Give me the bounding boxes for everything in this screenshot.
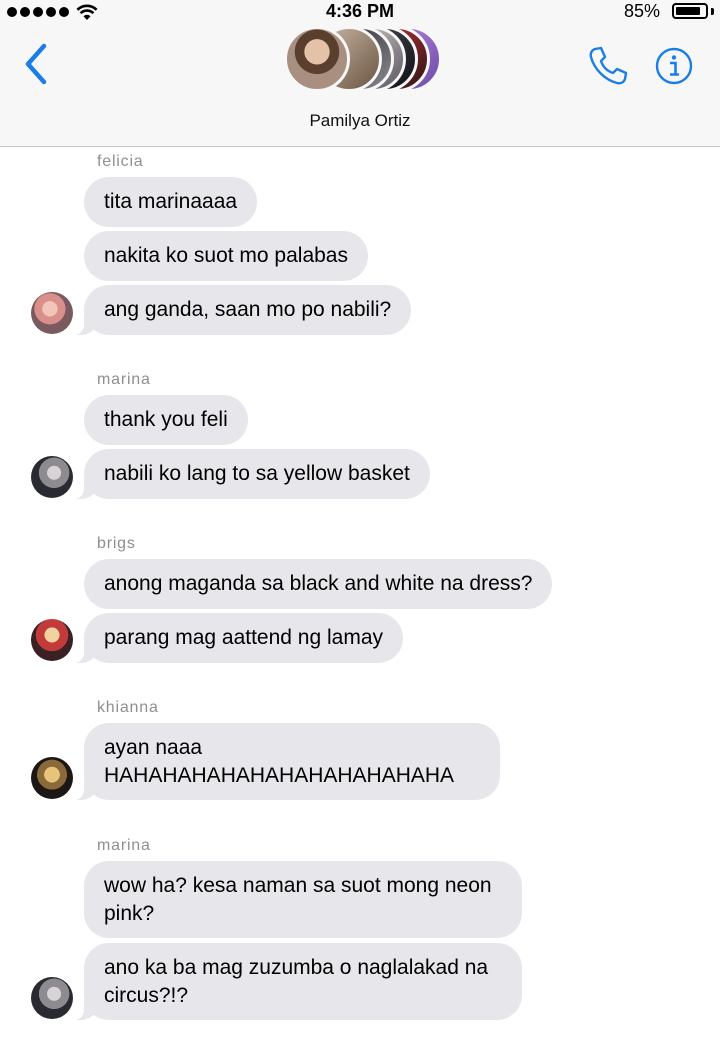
phone-icon[interactable] [586, 44, 630, 88]
conversation-header: Pamilya Ortiz [0, 24, 720, 147]
message-bubble[interactable]: ang ganda, saan mo po nabili? [73, 285, 412, 335]
message-text: parang mag aattend ng lamay [104, 626, 384, 649]
sender-name: marina [97, 837, 151, 854]
status-bar: 4:36 PM 85% [0, 0, 720, 24]
message-text: ang ganda, saan mo po nabili? [104, 298, 392, 321]
message-text: wow ha? kesa naman sa suot mong neon pin… [104, 874, 492, 925]
message-bubble[interactable]: ano ka ba mag zuzumba o naglalakad na ci… [74, 943, 522, 1020]
message-bubble[interactable]: wow ha? kesa naman sa suot mong neon pin… [84, 861, 522, 938]
battery-icon [672, 3, 708, 19]
message-bubble[interactable]: thank you feli [84, 395, 248, 445]
message-bubble[interactable]: parang mag aattend ng lamay [73, 613, 404, 663]
message-bubble[interactable]: nakita ko suot mo palabas [84, 231, 368, 281]
sender-name: brigs [97, 535, 136, 552]
avatar[interactable] [31, 977, 73, 1019]
sender-name: marina [97, 371, 151, 388]
avatar[interactable] [31, 292, 73, 334]
message-text: tita marinaaaa [104, 190, 238, 213]
status-time: 4:36 PM [325, 1, 395, 21]
avatar[interactable] [31, 619, 73, 661]
info-icon[interactable] [654, 46, 694, 86]
group-avatar-stack[interactable] [280, 26, 442, 98]
sender-name: felicia [97, 153, 144, 170]
battery-level-fill [676, 7, 700, 15]
group-name[interactable]: Pamilya Ortiz [0, 111, 720, 131]
message-text: thank you feli [104, 408, 228, 431]
avatar[interactable] [31, 456, 73, 498]
sender-name: khianna [97, 699, 159, 716]
message-bubble[interactable]: ayan naaa HAHAHAHAHAHAHAHAHAHAHAHA [74, 723, 500, 800]
message-text: anong maganda sa black and white na dres… [104, 572, 533, 595]
message-bubble[interactable]: anong maganda sa black and white na dres… [84, 559, 553, 609]
message-text: nabili ko lang to sa yellow basket [104, 462, 410, 485]
message-bubble[interactable]: tita marinaaaa [84, 177, 258, 227]
message-text: nakita ko suot mo palabas [104, 244, 348, 267]
battery-percent: 85% [623, 1, 660, 21]
message-bubble[interactable]: nabili ko lang to sa yellow basket [74, 449, 430, 499]
message-text: ano ka ba mag zuzumba o naglalakad na ci… [104, 956, 489, 1007]
back-chevron-icon[interactable] [20, 40, 60, 88]
message-text: ayan naaa HAHAHAHAHAHAHAHAHAHAHAHA [104, 736, 455, 787]
member-avatar [284, 26, 350, 92]
battery-tip [711, 8, 714, 15]
avatar[interactable] [31, 757, 73, 799]
